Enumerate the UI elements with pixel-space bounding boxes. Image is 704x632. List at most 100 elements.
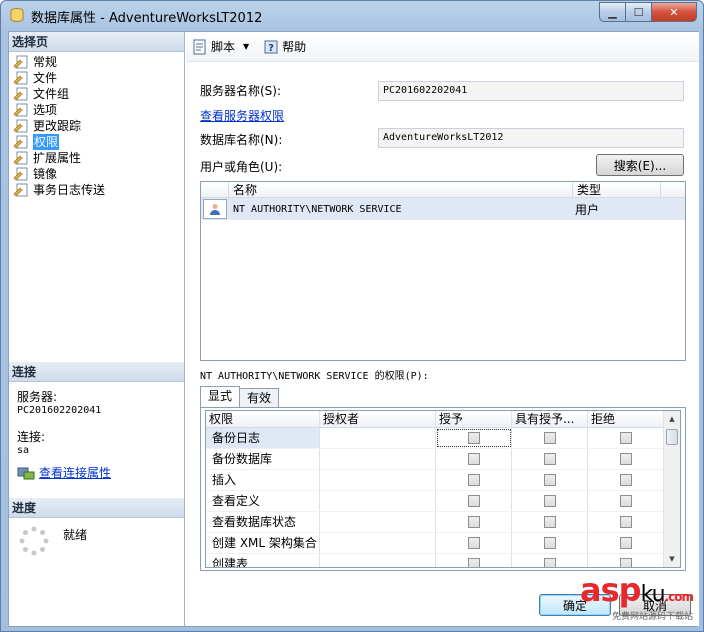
tab-explicit[interactable]: 显式 xyxy=(200,386,241,407)
checkbox[interactable] xyxy=(619,432,632,444)
sidebar-item-6[interactable]: 扩展属性 xyxy=(13,150,184,166)
checkbox[interactable] xyxy=(619,453,632,465)
user-type: 用户 xyxy=(575,202,600,217)
page-icon xyxy=(13,135,28,149)
script-label: 脚本 xyxy=(211,40,236,54)
table-row[interactable]: NT AUTHORITY\NETWORK SERVICE 用户 xyxy=(201,198,685,220)
maximize-icon: ☐ xyxy=(633,5,644,19)
database-name-label: 数据库名称(N): xyxy=(200,133,283,147)
checkbox[interactable] xyxy=(467,558,480,567)
column-name[interactable]: 名称 xyxy=(229,182,573,197)
page-icon xyxy=(13,71,28,85)
checkbox[interactable] xyxy=(467,537,480,549)
toolbar: 脚本 ▼ ? 帮助 xyxy=(186,32,699,62)
sidebar-item-0[interactable]: 常规 xyxy=(13,54,184,70)
checkbox[interactable] xyxy=(619,537,632,549)
maximize-button[interactable]: ☐ xyxy=(625,2,652,22)
checkbox[interactable] xyxy=(619,516,632,528)
tab-effective[interactable]: 有效 xyxy=(239,388,280,407)
page-list: 常规 文件 文件组 选项 更改跟踪 权限 扩展属性 镜像 事务日志传送 xyxy=(9,52,184,198)
view-connection-properties-link[interactable]: 查看连接属性 xyxy=(39,464,111,481)
grantor-cell xyxy=(320,491,436,511)
grantor-cell xyxy=(320,470,436,490)
column-with-grant[interactable]: 具有授予... xyxy=(512,411,588,427)
svg-text:?: ? xyxy=(268,43,274,54)
table-row[interactable]: 查看数据库状态 xyxy=(206,512,680,533)
checkbox[interactable] xyxy=(619,474,632,486)
table-row[interactable]: 查看定义 xyxy=(206,491,680,512)
checkbox[interactable] xyxy=(467,516,480,528)
help-button[interactable]: ? 帮助 xyxy=(263,38,306,55)
connection-section: 连接 服务器: PC201602202041 连接: sa 查看连接属性 xyxy=(9,362,184,481)
permissions-tabs: 显式 有效 xyxy=(200,386,280,407)
checkbox[interactable] xyxy=(543,432,556,444)
server-name-field[interactable]: PC201602202041 xyxy=(378,81,684,101)
checkbox[interactable] xyxy=(467,495,480,507)
watermark-brand-a: asp xyxy=(580,571,642,609)
dropdown-arrow-icon[interactable]: ▼ xyxy=(243,42,249,51)
checkbox[interactable] xyxy=(467,474,480,486)
checkbox[interactable] xyxy=(619,495,632,507)
dialog-window: 数据库属性 - AdventureWorksLT2012 ▁ ☐ ✕ 选择页 常… xyxy=(0,0,704,632)
checkbox[interactable] xyxy=(619,558,632,567)
progress-header: 进度 xyxy=(9,498,184,518)
column-deny[interactable]: 拒绝 xyxy=(588,411,664,427)
table-row[interactable]: 备份日志 xyxy=(206,428,680,449)
permissions-scrollbar[interactable]: ▲ ▼ xyxy=(663,411,680,567)
grantor-cell xyxy=(320,533,436,553)
search-button[interactable]: 搜索(E)... xyxy=(596,154,684,176)
sidebar-item-1[interactable]: 文件 xyxy=(13,70,184,86)
checkbox[interactable] xyxy=(543,453,556,465)
close-button[interactable]: ✕ xyxy=(651,2,697,22)
sidebar-item-2[interactable]: 文件组 xyxy=(13,86,184,102)
checkbox[interactable] xyxy=(543,495,556,507)
column-grantor[interactable]: 授权者 xyxy=(320,411,436,427)
checkbox[interactable] xyxy=(467,453,480,465)
permissions-grid[interactable]: 权限 授权者 授予 具有授予... 拒绝 备份日志 备份数据库 插入 查看定义 查看数据… xyxy=(205,410,681,568)
scroll-thumb[interactable] xyxy=(666,429,678,445)
database-name-field[interactable]: AdventureWorksLT2012 xyxy=(378,128,684,148)
sidebar-item-7[interactable]: 镜像 xyxy=(13,166,184,182)
sidebar-item-5[interactable]: 权限 xyxy=(13,134,184,150)
dialog-client: 选择页 常规 文件 文件组 选项 更改跟踪 权限 扩展属性 镜像 事务日志传送 连接 服务器: … xyxy=(8,31,699,627)
scroll-up-icon[interactable]: ▲ xyxy=(664,411,680,427)
sidebar-item-3[interactable]: 选项 xyxy=(13,102,184,118)
checkbox[interactable] xyxy=(543,516,556,528)
page-icon xyxy=(13,55,28,69)
checkbox[interactable] xyxy=(467,432,480,444)
view-server-permissions-link[interactable]: 查看服务器权限 xyxy=(200,107,284,124)
table-row[interactable]: 插入 xyxy=(206,470,680,491)
script-button[interactable]: 脚本 ▼ xyxy=(192,38,249,55)
select-page-header: 选择页 xyxy=(9,32,184,52)
column-permission[interactable]: 权限 xyxy=(206,411,320,427)
script-icon xyxy=(193,39,206,54)
permission-name: 备份日志 xyxy=(206,428,320,448)
watermark-brand-b: ku xyxy=(640,582,666,607)
server-label: 服务器: xyxy=(17,390,58,404)
column-type[interactable]: 类型 xyxy=(573,182,661,197)
users-roles-grid[interactable]: 名称 类型 NT AUTHORITY\NETWORK SERVICE 用户 xyxy=(200,181,686,361)
page-icon xyxy=(13,167,28,181)
minimize-button[interactable]: ▁ xyxy=(599,2,626,22)
table-row[interactable]: 备份数据库 xyxy=(206,449,680,470)
scroll-down-icon[interactable]: ▼ xyxy=(664,551,680,567)
page-icon xyxy=(13,119,28,133)
permission-name: 创建表 xyxy=(206,554,320,567)
sidebar-item-8[interactable]: 事务日志传送 xyxy=(13,182,184,198)
server-value: PC201602202041 xyxy=(17,405,102,416)
table-row[interactable]: 创建表 xyxy=(206,554,680,567)
sidebar-item-label: 文件组 xyxy=(33,87,70,101)
title-bar[interactable]: 数据库属性 - AdventureWorksLT2012 ▁ ☐ ✕ xyxy=(1,1,703,29)
page-icon xyxy=(13,87,28,101)
checkbox[interactable] xyxy=(543,474,556,486)
sidebar-item-4[interactable]: 更改跟踪 xyxy=(13,118,184,134)
checkbox[interactable] xyxy=(543,558,556,567)
checkbox[interactable] xyxy=(543,537,556,549)
progress-status: 就绪 xyxy=(63,528,88,542)
connection-header: 连接 xyxy=(9,362,184,382)
column-grant[interactable]: 授予 xyxy=(436,411,512,427)
close-icon: ✕ xyxy=(669,5,679,19)
right-pane: 脚本 ▼ ? 帮助 服务器名称(S): PC201602202041 查看服务器… xyxy=(186,32,699,626)
table-row[interactable]: 创建 XML 架构集合 xyxy=(206,533,680,554)
permission-name: 查看数据库状态 xyxy=(206,512,320,532)
